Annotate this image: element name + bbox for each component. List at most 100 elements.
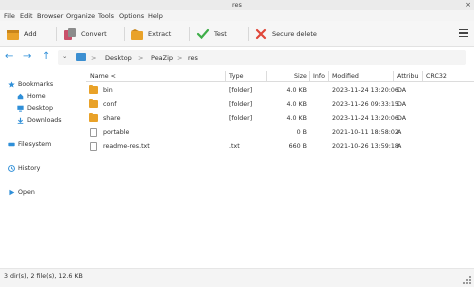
breadcrumb-separator: > — [91, 54, 97, 62]
column-header-info[interactable]: Info — [313, 73, 325, 80]
column-header-attributes[interactable]: Attribu — [397, 73, 418, 80]
file-attributes: A — [397, 129, 402, 136]
file-list-header: Name < Type Size Info Modified Attribu C… — [86, 70, 474, 82]
menu-organize[interactable]: Organize — [66, 12, 95, 20]
breadcrumb-res[interactable]: res — [188, 54, 198, 62]
menu-tools[interactable]: Tools — [98, 12, 114, 20]
drive-icon — [8, 141, 15, 148]
table-row[interactable]: conf [folder] 4.0 KB 2023-11-26 09:33:15… — [86, 98, 474, 111]
folder-icon — [89, 112, 98, 122]
column-header-crc32[interactable]: CRC32 — [426, 73, 447, 80]
breadcrumb-desktop[interactable]: Desktop — [105, 54, 132, 62]
download-icon — [17, 117, 24, 124]
menu-browser[interactable]: Browser — [37, 12, 63, 20]
toolbar: Add Convert Extract Test Secure delete — [0, 21, 474, 47]
hamburger-menu-icon[interactable] — [459, 29, 468, 38]
archive-add-icon — [6, 27, 20, 41]
back-arrow-icon[interactable]: ← — [5, 52, 13, 62]
column-divider[interactable] — [422, 71, 423, 81]
title-bar: res × — [0, 0, 474, 10]
folder-icon — [89, 98, 98, 108]
close-window-button[interactable]: × — [464, 1, 472, 9]
secure-delete-button[interactable]: Secure delete — [254, 25, 317, 43]
sidebar-item-downloads[interactable]: Downloads — [17, 116, 62, 125]
sidebar-open-label: Open — [18, 189, 35, 196]
file-modified: 2023-11-26 09:33:15 — [332, 101, 399, 108]
menu-help[interactable]: Help — [148, 12, 163, 20]
column-header-modified[interactable]: Modified — [332, 73, 359, 80]
menu-bar: File Edit Browser Organize Tools Options… — [0, 10, 474, 21]
file-size: 4.0 KB — [286, 101, 307, 108]
sidebar-history[interactable]: History — [8, 164, 40, 173]
breadcrumb-separator: > — [138, 54, 144, 62]
table-row[interactable]: bin [folder] 4.0 KB 2023-11-24 13:20:06 … — [86, 84, 474, 97]
file-modified: 2023-11-24 13:20:06 — [332, 87, 399, 94]
file-size: 0 B — [296, 129, 307, 136]
secure-delete-label: Secure delete — [272, 30, 317, 38]
sidebar-bookmarks[interactable]: Bookmarks — [8, 80, 53, 89]
menu-options[interactable]: Options — [119, 12, 144, 20]
menu-edit[interactable]: Edit — [20, 12, 33, 20]
file-type: [folder] — [229, 115, 253, 122]
column-divider[interactable] — [328, 71, 329, 81]
toolbar-divider — [56, 27, 57, 41]
file-name: bin — [103, 87, 113, 94]
table-row[interactable]: readme-res.txt .txt 660 B 2021-10-26 13:… — [86, 140, 474, 153]
file-attributes: DA — [397, 101, 407, 108]
column-divider[interactable] — [225, 71, 226, 81]
sidebar-item-label: Downloads — [27, 117, 62, 124]
extract-button[interactable]: Extract — [130, 25, 171, 43]
toolbar-divider — [189, 27, 190, 41]
test-button[interactable]: Test — [196, 25, 227, 43]
file-modified: 2023-11-24 13:20:06 — [332, 115, 399, 122]
convert-label: Convert — [81, 30, 107, 38]
file-modified: 2021-10-26 13:59:18 — [332, 143, 399, 150]
column-divider[interactable] — [309, 71, 310, 81]
column-header-size[interactable]: Size — [294, 73, 307, 80]
breadcrumb-peazip[interactable]: PeaZip — [151, 54, 173, 62]
sidebar-item-home[interactable]: Home — [17, 92, 46, 101]
file-size: 660 B — [288, 143, 307, 150]
table-row[interactable]: portable 0 B 2021-10-11 18:58:02 A — [86, 126, 474, 139]
address-bar: ← → ↑ ⌄ > Desktop > PeaZip > res — [0, 47, 474, 68]
checkmark-icon — [196, 27, 210, 41]
add-button[interactable]: Add — [6, 25, 37, 43]
history-dropdown-icon[interactable]: ⌄ — [62, 52, 67, 60]
sidebar-filesystem-label: Filesystem — [18, 141, 52, 148]
text-file-icon — [90, 141, 97, 151]
file-size: 4.0 KB — [286, 87, 307, 94]
column-header-type[interactable]: Type — [229, 73, 243, 80]
column-divider[interactable] — [393, 71, 394, 81]
extract-label: Extract — [148, 30, 172, 38]
resize-grip-icon[interactable] — [463, 276, 471, 284]
breadcrumb-separator: > — [177, 54, 183, 62]
sidebar-item-label: Desktop — [27, 105, 53, 112]
drive-icon[interactable] — [76, 53, 86, 61]
column-header-name[interactable]: Name < — [90, 73, 116, 80]
table-row[interactable]: share [folder] 4.0 KB 2023-11-24 13:20:0… — [86, 112, 474, 125]
convert-button[interactable]: Convert — [63, 25, 107, 43]
delete-x-icon — [254, 27, 268, 41]
file-type: [folder] — [229, 87, 253, 94]
menu-file[interactable]: File — [4, 12, 15, 20]
add-label: Add — [24, 30, 37, 38]
folder-icon — [89, 84, 98, 94]
file-size: 4.0 KB — [286, 115, 307, 122]
status-text: 3 dir(s), 2 file(s), 12.6 KB — [4, 273, 83, 280]
forward-arrow-icon[interactable]: → — [23, 52, 31, 62]
convert-icon — [63, 27, 77, 41]
up-arrow-icon[interactable]: ↑ — [42, 52, 50, 62]
window-title: res — [232, 1, 242, 9]
sidebar-open[interactable]: Open — [8, 188, 35, 197]
desktop-icon — [17, 105, 24, 112]
sidebar-item-desktop[interactable]: Desktop — [17, 104, 53, 113]
file-name: conf — [103, 101, 117, 108]
column-divider[interactable] — [266, 71, 267, 81]
file-list: Name < Type Size Info Modified Attribu C… — [86, 70, 474, 268]
file-attributes: A — [397, 143, 402, 150]
sidebar-history-label: History — [18, 165, 41, 172]
file-attributes: DA — [397, 115, 407, 122]
file-name: portable — [103, 129, 130, 136]
sidebar-filesystem[interactable]: Filesystem — [8, 140, 51, 149]
breadcrumb: ⌄ > Desktop > PeaZip > res — [58, 50, 466, 65]
